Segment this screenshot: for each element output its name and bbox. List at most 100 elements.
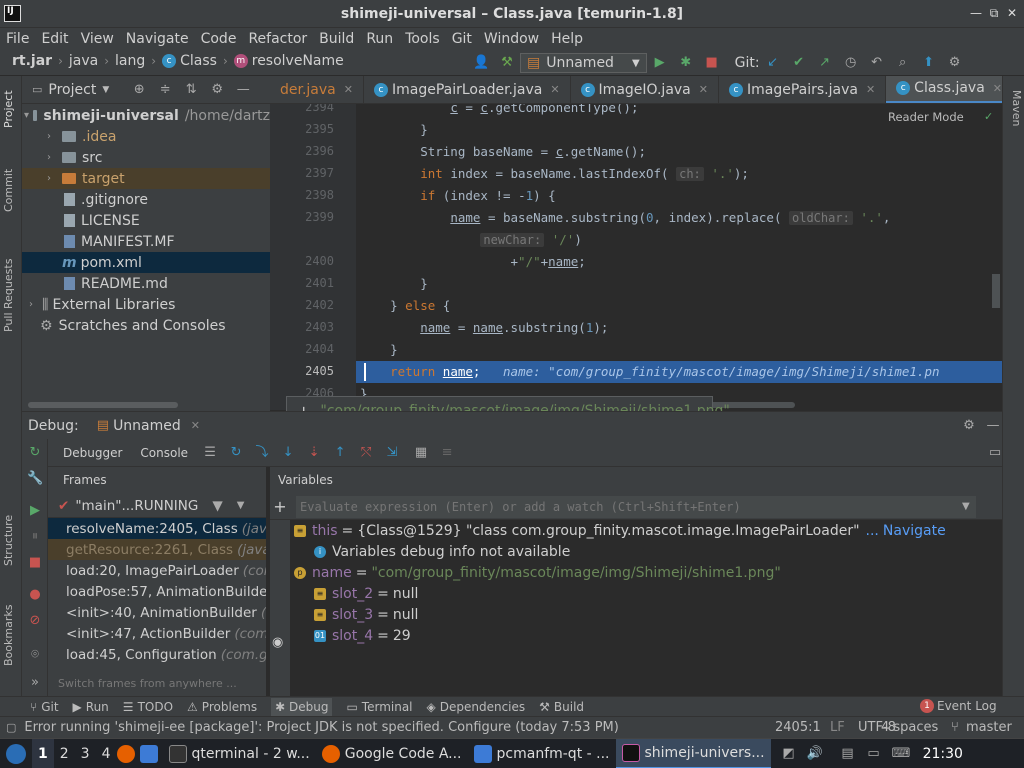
bookmarks-tool-tab[interactable]: Bookmarks: [2, 596, 20, 666]
breadcrumb-rt-jar[interactable]: rt.jar: [12, 53, 52, 69]
stop-icon[interactable]: ■: [27, 555, 43, 571]
git-update-icon[interactable]: ↙: [765, 55, 781, 71]
chevron-down-icon[interactable]: ▼: [237, 500, 245, 511]
tool-window-dependencies[interactable]: Dependencies: [440, 700, 525, 714]
taskbar-item-intellij[interactable]: shimeji-univers...: [615, 738, 771, 768]
tree-root[interactable]: ▾ shimeji-universal /home/dartz: [22, 105, 270, 126]
vertical-scrollbar[interactable]: [992, 274, 1000, 308]
gear-icon[interactable]: ⚙: [209, 82, 225, 98]
line-separator[interactable]: LF: [830, 720, 845, 735]
tree-item-manifest[interactable]: MANIFEST.MF: [22, 231, 270, 252]
indent-setting[interactable]: 4 spaces: [881, 720, 938, 735]
stop-icon[interactable]: ■: [704, 55, 720, 71]
commit-tool-tab[interactable]: Commit: [2, 162, 20, 212]
tool-window-todo[interactable]: TODO: [138, 700, 173, 714]
close-icon[interactable]: ✕: [344, 83, 353, 96]
show-execution-point-icon[interactable]: ↻: [228, 445, 244, 461]
event-log-button[interactable]: Event Log: [937, 699, 997, 713]
frame-row[interactable]: <init>:40, AnimationBuilder(c: [48, 602, 266, 623]
frame-row[interactable]: <init>:47, ActionBuilder(com.: [48, 623, 266, 644]
search-icon[interactable]: ⌕: [895, 55, 911, 71]
menu-file[interactable]: File: [6, 31, 29, 47]
filter-icon[interactable]: ▼: [212, 498, 222, 514]
inspection-ok-icon[interactable]: ✓: [984, 110, 993, 123]
run-icon[interactable]: ▶: [652, 55, 668, 71]
minimize-icon[interactable]: —: [968, 5, 984, 21]
wrench-icon[interactable]: 🔧: [27, 471, 43, 487]
git-branch[interactable]: master: [966, 720, 1012, 735]
tree-item-external-libraries[interactable]: › ⫼ External Libraries: [22, 294, 270, 315]
tab-imagepairs[interactable]: c ImagePairs.java ✕: [719, 76, 887, 103]
menu-run[interactable]: Run: [366, 31, 393, 47]
tree-item-gitignore[interactable]: .gitignore: [22, 189, 270, 210]
build-hammer-icon[interactable]: ⚒: [499, 55, 515, 71]
close-icon[interactable]: ✕: [550, 83, 559, 96]
gear-icon[interactable]: ⚙: [961, 418, 977, 434]
hide-icon[interactable]: —: [235, 82, 251, 98]
chevron-down-icon[interactable]: ▼: [962, 501, 970, 512]
restore-layout-icon[interactable]: ▭: [987, 445, 1003, 461]
collapse-arrow-icon[interactable]: ›: [42, 173, 56, 184]
tab-debugger[interactable]: Debugger: [63, 446, 122, 460]
breadcrumb-java[interactable]: java: [69, 53, 98, 69]
workspace-1[interactable]: 1: [32, 738, 54, 768]
close-icon[interactable]: ✕: [1004, 5, 1020, 21]
horizontal-scrollbar[interactable]: [28, 402, 178, 408]
variable-row[interactable]: › ≡ this = {Class@1529} "class com.group…: [270, 520, 1002, 541]
force-step-into-icon[interactable]: ⇣: [306, 445, 322, 461]
taskbar-item-firefox[interactable]: Google Code A...: [316, 739, 468, 768]
menu-tools[interactable]: Tools: [405, 31, 440, 47]
tab-imageio[interactable]: c ImageIO.java ✕: [571, 76, 719, 103]
settings-icon[interactable]: ⚙: [947, 55, 963, 71]
clock[interactable]: 21:30: [923, 746, 963, 762]
status-message[interactable]: Error running 'shimeji-ee [package]': Pr…: [24, 720, 618, 735]
frame-row[interactable]: load:45, Configuration(com.gr: [48, 644, 266, 665]
evaluate-expression-icon[interactable]: ▦: [413, 445, 429, 461]
collapse-arrow-icon[interactable]: ›: [24, 299, 38, 310]
status-toggle-icon[interactable]: ▢: [6, 721, 16, 734]
evaluate-expression-input[interactable]: [296, 495, 976, 518]
breadcrumb-class[interactable]: Class: [180, 53, 217, 69]
tool-window-terminal[interactable]: Terminal: [362, 700, 413, 714]
frame-row[interactable]: loadPose:57, AnimationBuilder: [48, 581, 266, 602]
maximize-icon[interactable]: ⧉: [986, 5, 1002, 21]
git-push-icon[interactable]: ↗: [817, 55, 833, 71]
switch-frames-hint[interactable]: Switch frames from anywhere ...: [58, 677, 237, 690]
frame-row[interactable]: load:20, ImagePairLoader(com: [48, 560, 266, 581]
display-icon[interactable]: ▭: [866, 746, 882, 762]
project-tool-tab[interactable]: Project: [2, 84, 20, 128]
tab-imagepairloader[interactable]: c ImagePairLoader.java ✕: [364, 76, 571, 103]
more-icon[interactable]: »: [27, 675, 43, 691]
rollback-icon[interactable]: ↶: [869, 55, 885, 71]
workspace-2[interactable]: 2: [54, 739, 75, 768]
reader-mode-label[interactable]: Reader Mode: [888, 110, 964, 124]
variable-row[interactable]: ≡ slot_3 = null: [270, 604, 1002, 625]
tree-item-idea[interactable]: › .idea: [22, 126, 270, 147]
workspace-3[interactable]: 3: [75, 739, 96, 768]
menu-git[interactable]: Git: [452, 31, 472, 47]
chevron-down-icon[interactable]: ▼: [102, 85, 109, 95]
debug-session-tab[interactable]: Unnamed: [113, 418, 181, 434]
caret-position[interactable]: 2405:1: [775, 720, 821, 735]
mute-breakpoints-icon[interactable]: ⊘: [27, 613, 43, 629]
run-to-cursor-icon[interactable]: ⇲: [384, 445, 400, 461]
pause-icon[interactable]: ⏸: [27, 529, 43, 545]
menu-window[interactable]: Window: [484, 31, 539, 47]
firefox-launcher-icon[interactable]: [116, 744, 135, 763]
tree-item-target[interactable]: › target: [22, 168, 270, 189]
watch-eye-icon[interactable]: ◉: [272, 635, 283, 650]
structure-tool-tab[interactable]: Structure: [2, 506, 20, 566]
tab-der-java[interactable]: der.java ✕: [270, 76, 364, 103]
menu-view[interactable]: View: [81, 31, 114, 47]
expand-arrow-icon[interactable]: ▾: [24, 110, 29, 121]
workspace-4[interactable]: 4: [96, 739, 117, 768]
frame-row[interactable]: resolveName:2405, Class(java: [48, 518, 266, 539]
close-icon[interactable]: ✕: [993, 82, 1002, 95]
tool-window-build[interactable]: Build: [554, 700, 584, 714]
expand-all-icon[interactable]: ⇅: [183, 82, 199, 98]
tab-class-java[interactable]: c Class.java ✕: [886, 76, 1002, 103]
run-configuration-select[interactable]: ▤ Unnamed ▼: [520, 53, 647, 73]
layout-menu-icon[interactable]: ☰: [202, 445, 218, 461]
drop-frame-icon[interactable]: ⤲: [358, 445, 374, 461]
locate-icon[interactable]: ⊕: [131, 82, 147, 98]
